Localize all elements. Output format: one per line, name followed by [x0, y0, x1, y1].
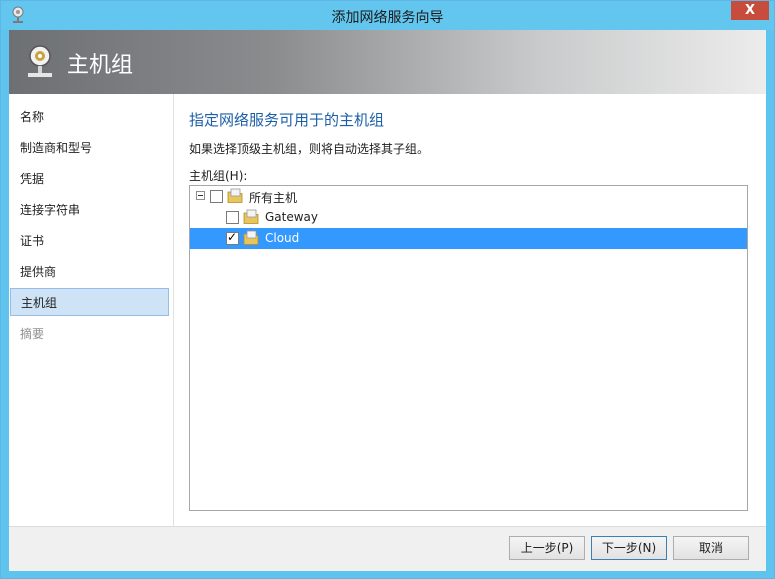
header-banner: 主机组 — [9, 30, 766, 94]
host-group-folder-icon — [227, 188, 243, 203]
tree-item-label: Gateway — [265, 210, 319, 224]
window-title: 添加网络服务向导 — [331, 10, 444, 26]
nav-step-connection-string[interactable]: 连接字符串 — [10, 196, 169, 224]
gateway-checkbox[interactable] — [226, 211, 239, 224]
wizard-window: 添加网络服务向导 X 主机组 名称 制造商和型号 凭据 连接字符串 证书 提供商… — [0, 0, 775, 579]
tree-item-label: 所有主机 — [249, 191, 298, 205]
main-panel: 指定网络服务可用于的主机组 如果选择顶级主机组，则将自动选择其子组。 主机组(H… — [174, 94, 766, 526]
nav-step-provider[interactable]: 提供商 — [10, 258, 169, 286]
network-service-icon — [28, 45, 52, 77]
all-hosts-checkbox[interactable] — [210, 190, 223, 203]
title-bar[interactable]: 添加网络服务向导 X — [1, 1, 774, 30]
section-heading: 指定网络服务可用于的主机组 — [189, 111, 385, 129]
tree-row-all-hosts[interactable]: 所有主机 — [190, 186, 747, 207]
page-title: 主机组 — [67, 53, 134, 78]
nav-step-summary: 摘要 — [20, 327, 45, 341]
host-group-folder-icon — [243, 209, 259, 224]
collapse-icon[interactable] — [196, 191, 205, 200]
nav-step-name[interactable]: 名称 — [10, 103, 169, 131]
cancel-button[interactable]: 取消 — [673, 536, 749, 560]
nav-step-host-group[interactable]: 主机组 — [10, 288, 169, 316]
host-group-folder-icon — [243, 230, 259, 245]
wizard-steps-nav: 名称 制造商和型号 凭据 连接字符串 证书 提供商 主机组 摘要 — [9, 94, 174, 526]
tree-row-gateway[interactable]: Gateway — [190, 207, 747, 228]
tree-row-cloud[interactable]: ✓ Cloud — [190, 228, 747, 249]
next-button[interactable]: 下一步(N) — [591, 536, 667, 560]
close-button[interactable]: X — [731, 1, 769, 20]
back-button[interactable]: 上一步(P) — [509, 536, 585, 560]
host-group-tree[interactable]: 所有主机 Gateway ✓ Cloud — [189, 185, 748, 511]
wizard-content: 名称 制造商和型号 凭据 连接字符串 证书 提供商 主机组 摘要 指定网络服务可… — [9, 94, 766, 526]
section-description: 如果选择顶级主机组，则将自动选择其子组。 — [189, 142, 430, 156]
host-group-label: 主机组(H): — [189, 169, 248, 183]
button-bar: 上一步(P) 下一步(N) 取消 — [9, 526, 766, 571]
check-mark-icon: ✓ — [227, 230, 238, 244]
tree-item-label: Cloud — [265, 231, 300, 245]
nav-step-credentials[interactable]: 凭据 — [10, 165, 169, 193]
cloud-checkbox[interactable]: ✓ — [226, 230, 239, 245]
nav-step-certificates[interactable]: 证书 — [10, 227, 169, 255]
nav-step-manufacturer[interactable]: 制造商和型号 — [10, 134, 169, 162]
